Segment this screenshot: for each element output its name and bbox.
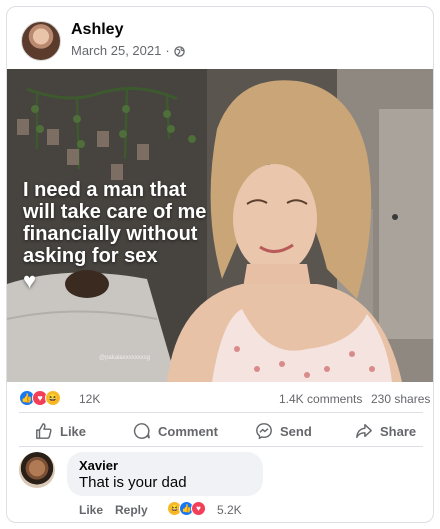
post-card: Ashley March 25, 2021 · I need a man tha… [6,6,434,523]
like-label: Like [60,423,87,439]
haha-reaction-icon: 😆 [45,390,61,406]
comment-bubble: Xavier That is your dad [67,452,263,496]
action-bar: Like Comment Send Share [7,414,433,450]
send-label: Send [280,423,312,439]
love-reaction-icon: ♥ [191,501,206,516]
comment-reaction-count[interactable]: 5.2K [217,503,242,517]
comment-text: That is your dad [79,474,187,491]
photo-watermark: @pakalaxxxxxxxsg [99,355,151,361]
photo-caption: I need a man that will take care of me f… [23,179,207,267]
divider [19,446,423,447]
share-label: Share [380,423,417,439]
reaction-icons[interactable]: 👍 ♥ 😆 [19,390,61,406]
like-button[interactable]: Like [35,422,86,440]
author-avatar[interactable] [21,21,61,61]
post-header: Ashley March 25, 2021 · [7,7,433,71]
post-meta: March 25, 2021 · [71,43,185,58]
comment-reply-button[interactable]: Reply [115,503,148,517]
messenger-icon [256,423,272,440]
comment-bubble-icon [133,423,150,439]
share-arrow-icon [356,423,372,439]
author-name[interactable]: Ashley [71,21,123,39]
heart-icon: ♥ [23,268,37,293]
comment-label: Comment [158,423,218,439]
comment-button[interactable]: Comment [133,422,218,440]
reaction-count[interactable]: 12K [79,392,100,406]
post-photo[interactable]: I need a man that will take care of me f… [7,69,433,382]
post-date[interactable]: March 25, 2021 [71,43,161,58]
reactions-row: 👍 ♥ 😆 12K 1.4K comments 230 shares [7,382,433,412]
divider [19,412,423,413]
comment-reaction-icons[interactable]: 😆 👍 ♥ [167,501,206,516]
shares-count[interactable]: 230 shares [371,392,430,406]
commenter-avatar[interactable] [19,452,55,488]
meta-separator: · [165,43,170,58]
send-button[interactable]: Send [255,422,312,440]
globe-icon[interactable] [173,45,185,57]
comment-like-button[interactable]: Like [79,503,103,517]
share-button[interactable]: Share [355,422,416,440]
thumbs-up-icon [36,423,52,439]
comments-count[interactable]: 1.4K comments [279,392,362,406]
commenter-name[interactable]: Xavier [79,458,118,473]
